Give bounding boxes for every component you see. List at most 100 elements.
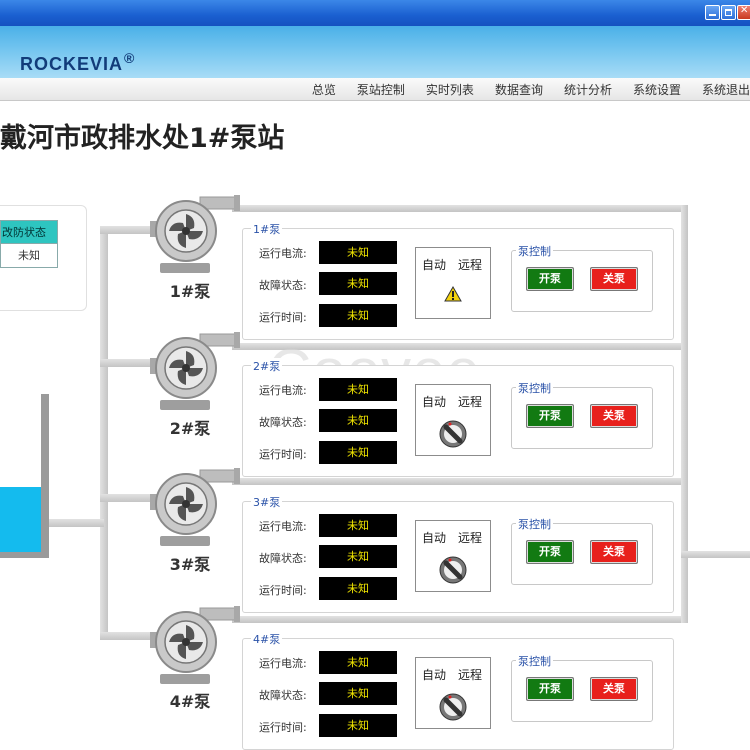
current-value: 未知 (319, 378, 397, 401)
discharge-pipe-1 (232, 205, 688, 212)
control-title: 泵控制 (516, 243, 553, 259)
current-value: 未知 (319, 241, 397, 264)
mode-remote-label: 远程 (458, 531, 483, 545)
pump-control-group: 泵控制 开泵 关泵 (511, 516, 653, 585)
stop-pump-button[interactable]: 关泵 (590, 540, 638, 564)
runtime-value: 未知 (319, 577, 397, 600)
control-title: 泵控制 (516, 380, 553, 396)
selector-knob-icon[interactable] (438, 419, 468, 449)
inlet-header-pipe (100, 226, 108, 640)
control-title: 泵控制 (516, 653, 553, 669)
menu-item-settings[interactable]: 系统设置 (633, 81, 681, 98)
panel-title: 1#泵 (251, 221, 283, 237)
current-value: 未知 (319, 514, 397, 537)
control-title: 泵控制 (516, 516, 553, 532)
start-pump-button[interactable]: 开泵 (526, 267, 574, 291)
status-table-value: 未知 (0, 244, 58, 268)
mode-box: 自动 远程 (415, 247, 491, 319)
pump-4-panel: 4#泵 运行电流: 未知 故障状态: 未知 运行时间: 未知 自动 远程 泵控制… (242, 631, 674, 750)
app-header: ROCKEVIA® (0, 26, 750, 78)
water-level (0, 487, 41, 552)
discharge-pipe-2 (232, 343, 688, 350)
fault-value: 未知 (319, 545, 397, 568)
start-pump-button[interactable]: 开泵 (526, 540, 574, 564)
fault-value: 未知 (319, 272, 397, 295)
runtime-value: 未知 (319, 304, 397, 327)
menu-item-data-query[interactable]: 数据查询 (495, 81, 543, 98)
close-icon[interactable] (737, 5, 750, 20)
pump-4-label: 4#泵 (169, 692, 211, 711)
panel-title: 4#泵 (251, 631, 283, 647)
runtime-label: 运行时间: (259, 721, 307, 734)
fault-label: 故障状态: (259, 416, 307, 429)
page-title: 戴河市政排水处1#泵站 (0, 123, 285, 154)
fault-label: 故障状态: (259, 689, 307, 702)
pump-control-group: 泵控制 开泵 关泵 (511, 243, 653, 312)
brand-name: ROCKEVIA (20, 54, 124, 74)
runtime-value: 未知 (319, 714, 397, 737)
main-menu: 总览 泵站控制 实时列表 数据查询 统计分析 系统设置 系统退出 (312, 81, 750, 98)
mode-auto-label: 自动 (422, 258, 447, 272)
pump-1-label: 1#泵 (169, 282, 211, 301)
panel-title: 2#泵 (251, 358, 283, 374)
mode-box: 自动 远程 (415, 520, 491, 592)
runtime-label: 运行时间: (259, 584, 307, 597)
discharge-riser (681, 205, 688, 623)
pump-3-icon (150, 468, 240, 548)
menu-bar: 总览 泵站控制 实时列表 数据查询 统计分析 系统设置 系统退出 (0, 78, 750, 101)
menu-item-statistics[interactable]: 统计分析 (564, 81, 612, 98)
pump-1-icon (150, 195, 240, 275)
tank-floor (0, 552, 49, 558)
mode-box: 自动 远程 (415, 384, 491, 456)
minimize-icon[interactable] (705, 5, 720, 20)
pump-3-panel: 3#泵 运行电流: 未知 故障状态: 未知 运行时间: 未知 自动 远程 泵控制… (242, 494, 674, 613)
runtime-label: 运行时间: (259, 311, 307, 324)
window-title-bar (0, 0, 750, 26)
tank-outlet-pipe (49, 519, 104, 527)
stop-pump-button[interactable]: 关泵 (590, 677, 638, 701)
start-pump-button[interactable]: 开泵 (526, 404, 574, 428)
warning-icon (444, 286, 462, 302)
current-label: 运行电流: (259, 520, 307, 533)
runtime-label: 运行时间: (259, 448, 307, 461)
current-label: 运行电流: (259, 384, 307, 397)
maximize-icon[interactable] (721, 5, 736, 20)
mode-box: 自动 远程 (415, 657, 491, 729)
pump-2-label: 2#泵 (169, 419, 211, 438)
menu-item-realtime-list[interactable]: 实时列表 (426, 81, 474, 98)
stop-pump-button[interactable]: 关泵 (590, 267, 638, 291)
pump-4-icon (150, 606, 240, 686)
status-table: 改防状态 未知 (0, 205, 87, 311)
pump-control-group: 泵控制 开泵 关泵 (511, 380, 653, 449)
selector-knob-icon[interactable] (438, 555, 468, 585)
fault-label: 故障状态: (259, 552, 307, 565)
status-table-header: 改防状态 (0, 220, 58, 244)
discharge-outlet (681, 551, 750, 558)
pump-control-group: 泵控制 开泵 关泵 (511, 653, 653, 722)
tank-wall (41, 394, 49, 558)
mode-auto-label: 自动 (422, 395, 447, 409)
mode-auto-label: 自动 (422, 531, 447, 545)
pump-1-panel: 1#泵 运行电流: 未知 故障状态: 未知 运行时间: 未知 自动 远程 泵控制… (242, 221, 674, 340)
selector-knob-icon[interactable] (438, 692, 468, 722)
registered-mark: ® (124, 50, 136, 66)
current-label: 运行电流: (259, 657, 307, 670)
panel-title: 3#泵 (251, 494, 283, 510)
menu-item-exit[interactable]: 系统退出 (702, 81, 750, 98)
discharge-pipe-4 (232, 616, 688, 623)
mode-auto-label: 自动 (422, 668, 447, 682)
stop-pump-button[interactable]: 关泵 (590, 404, 638, 428)
fault-value: 未知 (319, 409, 397, 432)
pump-2-icon (150, 332, 240, 412)
mode-remote-label: 远程 (458, 668, 483, 682)
pump-3-label: 3#泵 (169, 555, 211, 574)
fault-label: 故障状态: (259, 279, 307, 292)
menu-item-station-control[interactable]: 泵站控制 (357, 81, 405, 98)
menu-item-overview[interactable]: 总览 (312, 81, 336, 98)
current-value: 未知 (319, 651, 397, 674)
fault-value: 未知 (319, 682, 397, 705)
current-label: 运行电流: (259, 247, 307, 260)
discharge-pipe-3 (232, 478, 688, 485)
start-pump-button[interactable]: 开泵 (526, 677, 574, 701)
pump-2-panel: 2#泵 运行电流: 未知 故障状态: 未知 运行时间: 未知 自动 远程 泵控制… (242, 358, 674, 477)
